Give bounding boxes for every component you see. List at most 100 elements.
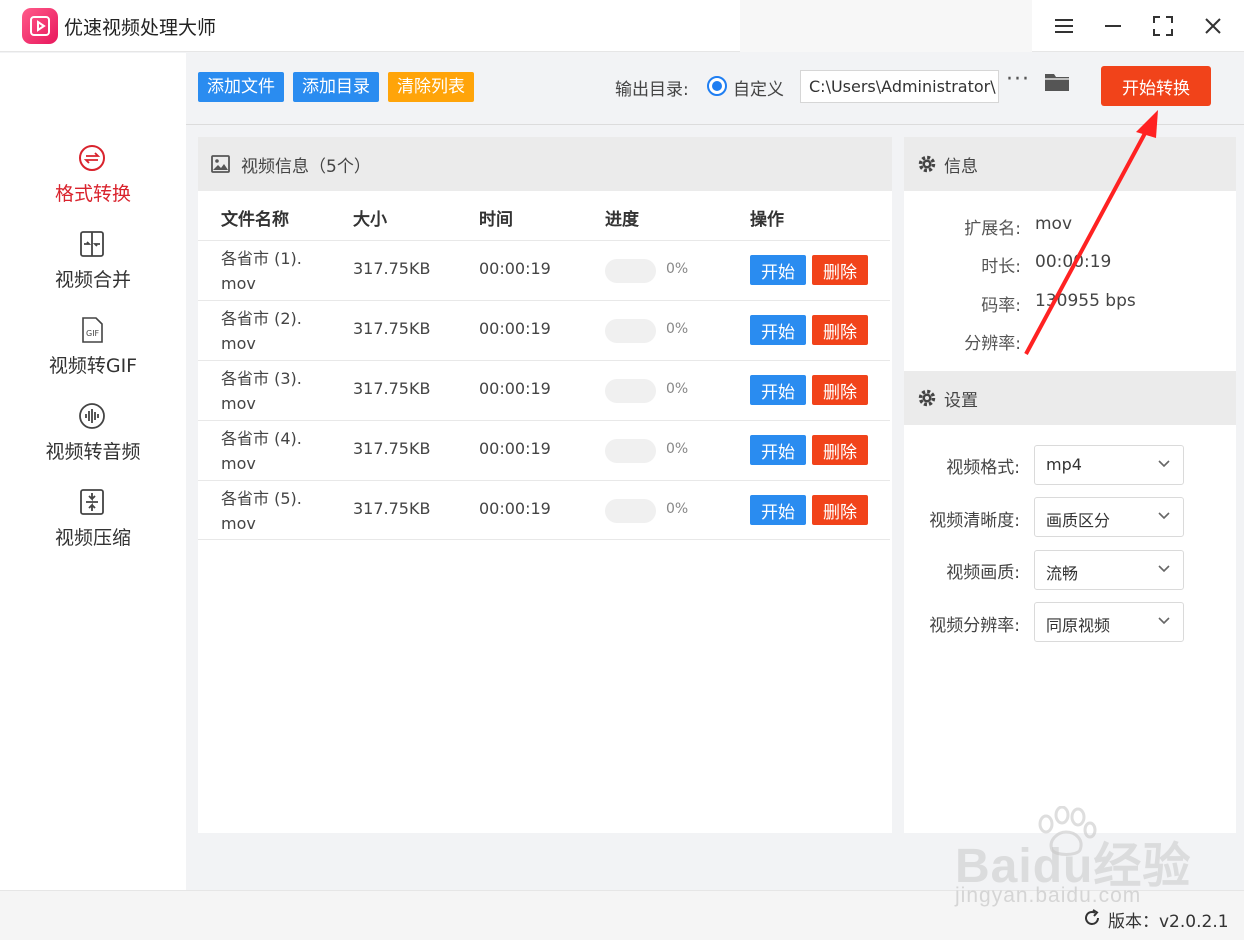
clear-list-button[interactable]: 清除列表 xyxy=(388,72,474,102)
table-row: 各省市 (3). mov 317.75KB 00:00:19 0% 开始 删除 xyxy=(198,360,890,420)
row-start-button[interactable]: 开始 xyxy=(750,375,806,405)
row-start-button[interactable]: 开始 xyxy=(750,435,806,465)
video-quality-label: 视频画质: xyxy=(946,563,1020,583)
chevron-down-icon xyxy=(1158,565,1170,573)
progress-bar xyxy=(605,439,656,463)
sidebar-item-label: 格式转换 xyxy=(54,183,131,205)
file-duration: 00:00:19 xyxy=(479,439,551,458)
row-delete-button[interactable]: 删除 xyxy=(812,315,868,345)
table-row: 各省市 (1). mov 317.75KB 00:00:19 0% 开始 删除 xyxy=(198,240,890,300)
file-size: 317.75KB xyxy=(353,259,431,278)
progress-percent: 0% xyxy=(666,321,689,337)
custom-radio[interactable] xyxy=(707,76,727,96)
file-duration: 00:00:19 xyxy=(479,319,551,338)
settings-title: 设置 xyxy=(944,391,978,411)
start-convert-button[interactable]: 开始转换 xyxy=(1101,66,1211,106)
video-format-value: mp4 xyxy=(1046,455,1082,474)
file-size: 317.75KB xyxy=(353,499,431,518)
sidebar-item-label: 视频转GIF xyxy=(48,355,138,377)
info-title: 信息 xyxy=(944,157,978,177)
row-delete-button[interactable]: 删除 xyxy=(812,375,868,405)
gear-icon xyxy=(918,155,936,173)
video-format-select[interactable]: mp4 xyxy=(1034,445,1184,485)
add-directory-button[interactable]: 添加目录 xyxy=(293,72,379,102)
video-resolution-value: 同原视频 xyxy=(1046,616,1111,635)
sidebar-item-video-gif[interactable]: GIF 视频转GIF xyxy=(0,315,186,395)
maximize-icon[interactable] xyxy=(1147,10,1179,42)
sidebar-item-video-compress[interactable]: 视频压缩 xyxy=(0,487,186,567)
svg-text:GIF: GIF xyxy=(86,329,100,338)
close-icon[interactable] xyxy=(1197,10,1229,42)
minimize-icon[interactable] xyxy=(1097,10,1129,42)
row-start-button[interactable]: 开始 xyxy=(750,255,806,285)
sidebar-item-label: 视频转音频 xyxy=(45,441,141,463)
progress-percent: 0% xyxy=(666,441,689,457)
file-duration: 00:00:19 xyxy=(479,379,551,398)
video-info-header: 视频信息（5个） xyxy=(198,137,892,191)
progress-bar xyxy=(605,379,656,403)
video-resolution-select[interactable]: 同原视频 xyxy=(1034,602,1184,642)
row-delete-button[interactable]: 删除 xyxy=(812,255,868,285)
table-row: 各省市 (5). mov 317.75KB 00:00:19 0% 开始 删除 xyxy=(198,480,890,540)
row-delete-button[interactable]: 删除 xyxy=(812,435,868,465)
sidebar-item-video-audio[interactable]: 视频转音频 xyxy=(0,401,186,481)
file-size: 317.75KB xyxy=(353,439,431,458)
folder-icon[interactable] xyxy=(1044,71,1070,97)
audio-icon xyxy=(77,401,107,431)
video-quality-value: 流畅 xyxy=(1046,564,1079,583)
file-duration: 00:00:19 xyxy=(479,259,551,278)
column-header-progress: 进度 xyxy=(605,210,639,230)
output-path-input[interactable]: C:\Users\Administrator\ xyxy=(800,70,999,103)
video-clarity-label: 视频清晰度: xyxy=(929,511,1020,531)
progress-bar xyxy=(605,319,656,343)
compress-icon xyxy=(77,487,107,517)
app-logo xyxy=(22,8,58,44)
gif-icon: GIF xyxy=(77,315,107,345)
convert-icon xyxy=(77,143,107,173)
video-info-title: 视频信息（5个） xyxy=(241,157,371,177)
chevron-down-icon xyxy=(1158,617,1170,625)
column-header-time: 时间 xyxy=(479,210,513,230)
output-directory-label: 输出目录: xyxy=(615,80,689,100)
video-quality-select[interactable]: 流畅 xyxy=(1034,550,1184,590)
chevron-down-icon xyxy=(1158,460,1170,468)
file-name: 各省市 (2). mov xyxy=(221,309,302,353)
app-title: 优速视频处理大师 xyxy=(64,17,217,39)
table-row: 各省市 (2). mov 317.75KB 00:00:19 0% 开始 删除 xyxy=(198,300,890,360)
table-row: 各省市 (4). mov 317.75KB 00:00:19 0% 开始 删除 xyxy=(198,420,890,480)
video-clarity-value: 画质区分 xyxy=(1046,511,1111,530)
file-duration: 00:00:19 xyxy=(479,499,551,518)
column-header-action: 操作 xyxy=(750,210,784,230)
refresh-icon[interactable] xyxy=(1082,908,1102,928)
sidebar-item-label: 视频压缩 xyxy=(54,527,131,549)
gear-icon xyxy=(918,389,936,407)
sidebar-item-video-merge[interactable]: 视频合并 xyxy=(0,229,186,309)
progress-bar xyxy=(605,499,656,523)
progress-percent: 0% xyxy=(666,261,689,277)
file-name: 各省市 (1). mov xyxy=(221,249,302,293)
version-label: 版本：v2.0.2.1 xyxy=(1108,912,1229,932)
progress-bar xyxy=(605,259,656,283)
file-size: 317.75KB xyxy=(353,319,431,338)
sidebar-item-label: 视频合并 xyxy=(54,269,131,291)
video-resolution-label: 视频分辨率: xyxy=(929,616,1020,636)
title-bar: 优速视频处理大师 xyxy=(0,0,1244,52)
annotation-arrow xyxy=(1024,110,1158,355)
progress-percent: 0% xyxy=(666,501,689,517)
menu-icon[interactable] xyxy=(1048,10,1080,42)
column-header-name: 文件名称 xyxy=(221,210,289,230)
file-size: 317.75KB xyxy=(353,379,431,398)
more-options-button[interactable]: ··· xyxy=(1006,67,1030,92)
file-name: 各省市 (4). mov xyxy=(221,429,302,473)
row-delete-button[interactable]: 删除 xyxy=(812,495,868,525)
file-name: 各省市 (3). mov xyxy=(221,369,302,413)
merge-icon xyxy=(77,229,107,259)
image-icon xyxy=(211,155,230,173)
title-bar-blank xyxy=(740,0,1032,52)
row-start-button[interactable]: 开始 xyxy=(750,315,806,345)
row-start-button[interactable]: 开始 xyxy=(750,495,806,525)
sidebar-item-format-convert[interactable]: 格式转换 xyxy=(0,143,186,223)
add-file-button[interactable]: 添加文件 xyxy=(198,72,284,102)
video-clarity-select[interactable]: 画质区分 xyxy=(1034,497,1184,537)
video-format-label: 视频格式: xyxy=(946,458,1020,478)
